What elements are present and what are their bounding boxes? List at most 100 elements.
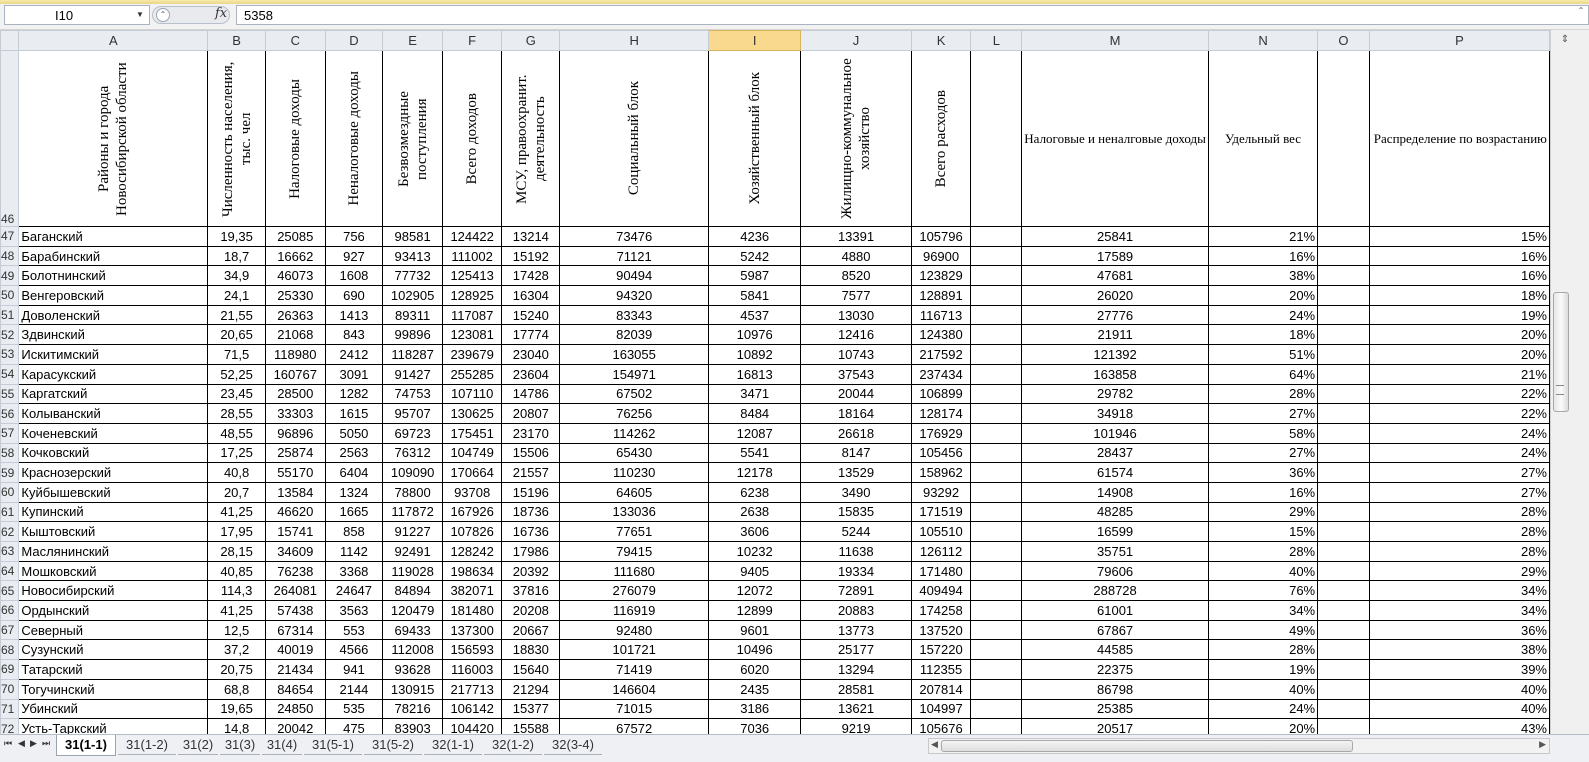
cell-m55[interactable]: 29782 (1021, 383, 1209, 405)
cell-i52[interactable]: 10976 (708, 324, 802, 346)
column-header-l[interactable]: L (970, 30, 1023, 51)
cell-e51[interactable]: 89311 (382, 304, 443, 326)
cell-b53[interactable]: 71,5 (207, 344, 266, 365)
cell-p70[interactable]: 40% (1368, 678, 1550, 700)
cell-b61[interactable]: 41,25 (207, 501, 266, 523)
row-header[interactable]: 63 (0, 541, 20, 562)
cell-b52[interactable]: 20,65 (207, 324, 266, 346)
cell-f55[interactable]: 107110 (441, 383, 503, 405)
cell-e47[interactable]: 98581 (382, 226, 443, 247)
column-header-h[interactable]: H (559, 30, 710, 51)
cell-l53[interactable] (970, 344, 1023, 365)
cell-m59[interactable]: 61574 (1021, 462, 1209, 483)
expand-formula-bar-icon[interactable]: ⌃ (1575, 6, 1587, 22)
cell-a46[interactable]: Районы и города Новосибирской области (18, 50, 209, 227)
next-sheet-icon[interactable]: ▶ (30, 738, 37, 749)
cell-a67[interactable]: Северный (18, 619, 209, 641)
cell-e61[interactable]: 117872 (382, 501, 443, 523)
sheet-tab-4[interactable]: 31(4) (262, 735, 302, 755)
cell-p61[interactable]: 28% (1368, 501, 1550, 523)
cell-k51[interactable]: 116713 (910, 304, 972, 326)
cell-b62[interactable]: 17,95 (207, 521, 266, 542)
cell-m62[interactable]: 16599 (1021, 521, 1209, 542)
cell-d50[interactable]: 690 (324, 285, 384, 306)
cell-d70[interactable]: 2144 (324, 678, 384, 700)
name-box[interactable]: I10 (4, 5, 150, 25)
cell-g62[interactable]: 16736 (501, 521, 561, 542)
cell-p55[interactable]: 22% (1368, 383, 1550, 405)
column-header-o[interactable]: O (1317, 30, 1370, 51)
row-header[interactable]: 61 (0, 501, 20, 523)
cell-p65[interactable]: 34% (1368, 580, 1550, 602)
cell-a68[interactable]: Сузунский (18, 639, 209, 661)
cell-j47[interactable]: 13391 (800, 226, 912, 247)
row-header[interactable]: 51 (0, 304, 20, 326)
cell-b64[interactable]: 40,85 (207, 560, 266, 582)
cell-j69[interactable]: 13294 (800, 659, 912, 680)
row-header[interactable]: 57 (0, 422, 20, 444)
cell-e50[interactable]: 102905 (382, 285, 443, 306)
cell-c62[interactable]: 15741 (265, 521, 326, 542)
cell-p68[interactable]: 38% (1368, 639, 1550, 661)
cell-g65[interactable]: 37816 (501, 580, 561, 602)
cell-p71[interactable]: 40% (1368, 698, 1550, 720)
cell-n69[interactable]: 19% (1207, 659, 1319, 680)
cell-h50[interactable]: 94320 (559, 285, 710, 306)
cell-n65[interactable]: 76% (1207, 580, 1319, 602)
cell-d71[interactable]: 535 (324, 698, 384, 720)
cell-b57[interactable]: 48,55 (207, 422, 266, 444)
cell-k57[interactable]: 176929 (910, 422, 972, 444)
cell-b69[interactable]: 20,75 (207, 659, 266, 680)
cell-c50[interactable]: 25330 (265, 285, 326, 306)
cell-c64[interactable]: 76238 (265, 560, 326, 582)
cell-f56[interactable]: 130625 (441, 403, 503, 424)
cell-e64[interactable]: 119028 (382, 560, 443, 582)
cell-h61[interactable]: 133036 (559, 501, 710, 523)
cell-n60[interactable]: 16% (1207, 481, 1319, 503)
cell-c68[interactable]: 40019 (265, 639, 326, 661)
cell-h52[interactable]: 82039 (559, 324, 710, 346)
cell-j65[interactable]: 72891 (800, 580, 912, 602)
cell-h65[interactable]: 276079 (559, 580, 710, 602)
cell-f59[interactable]: 170664 (441, 462, 503, 483)
cell-l72[interactable] (970, 718, 1023, 734)
cell-j68[interactable]: 25177 (800, 639, 912, 661)
cell-a69[interactable]: Татарский (18, 659, 209, 680)
cell-l57[interactable] (970, 422, 1023, 444)
cell-m63[interactable]: 35751 (1021, 541, 1209, 562)
cell-n51[interactable]: 24% (1207, 304, 1319, 326)
cell-e67[interactable]: 69433 (382, 619, 443, 641)
cell-m52[interactable]: 21911 (1021, 324, 1209, 346)
cell-e63[interactable]: 92491 (382, 541, 443, 562)
cell-n55[interactable]: 28% (1207, 383, 1319, 405)
cell-n67[interactable]: 49% (1207, 619, 1319, 641)
cell-j67[interactable]: 13773 (800, 619, 912, 641)
cell-p58[interactable]: 24% (1368, 442, 1550, 464)
cell-d52[interactable]: 843 (324, 324, 384, 346)
cell-i63[interactable]: 10232 (708, 541, 802, 562)
cell-j50[interactable]: 7577 (800, 285, 912, 306)
cell-o64[interactable] (1317, 560, 1370, 582)
cell-g70[interactable]: 21294 (501, 678, 561, 700)
cell-c72[interactable]: 20042 (265, 718, 326, 734)
cell-f47[interactable]: 124422 (441, 226, 503, 247)
cell-f67[interactable]: 137300 (441, 619, 503, 641)
cell-c56[interactable]: 33303 (265, 403, 326, 424)
cell-h47[interactable]: 73476 (559, 226, 710, 247)
header-share[interactable]: Удельный вес (1207, 50, 1319, 227)
cell-d72[interactable]: 475 (324, 718, 384, 734)
row-header[interactable]: 47 (0, 226, 20, 247)
cell-n54[interactable]: 64% (1207, 363, 1319, 385)
cell-l58[interactable] (970, 442, 1023, 464)
last-sheet-icon[interactable]: ⏭ (42, 738, 50, 749)
cell-d58[interactable]: 2563 (324, 442, 384, 464)
cell-f61[interactable]: 167926 (441, 501, 503, 523)
cell-e65[interactable]: 84894 (382, 580, 443, 602)
cell-j49[interactable]: 8520 (800, 265, 912, 287)
cell-g57[interactable]: 23170 (501, 422, 561, 444)
cell-n72[interactable]: 20% (1207, 718, 1319, 734)
cell-h63[interactable]: 79415 (559, 541, 710, 562)
cell-a62[interactable]: Кыштовский (18, 521, 209, 542)
column-header-k[interactable]: K (910, 30, 972, 51)
cell-p59[interactable]: 27% (1368, 462, 1550, 483)
